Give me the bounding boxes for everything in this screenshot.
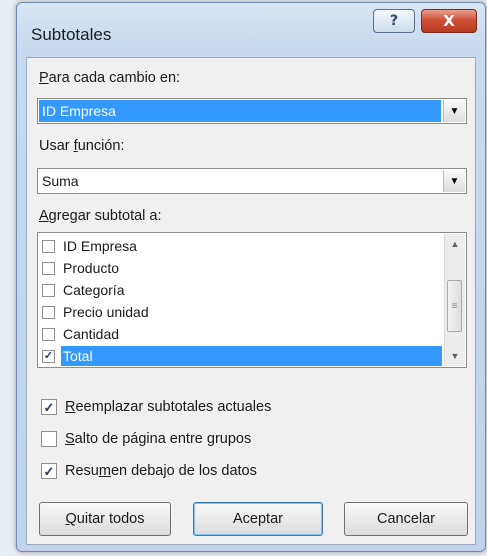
summary-below-label: Resumen debajo de los datos	[65, 463, 257, 479]
list-item[interactable]: Cantidad	[39, 323, 442, 345]
help-icon: ?	[389, 13, 399, 29]
list-item[interactable]: Precio unidad	[39, 301, 442, 323]
list-item[interactable]: ID Empresa	[39, 235, 442, 257]
group-by-label: Para cada cambio en:	[39, 70, 181, 86]
subtotal-columns-list[interactable]: ID Empresa Producto Categoría Precio uni…	[37, 232, 467, 368]
page-break-option[interactable]: Salto de página entre grupos	[41, 428, 251, 450]
checkbox[interactable]	[42, 327, 55, 341]
dialog-title: Subtotales	[31, 25, 112, 44]
summary-below-option[interactable]: ✓ Resumen debajo de los datos	[41, 460, 257, 482]
function-label: Usar función:	[39, 138, 125, 154]
list-item-label: Producto	[63, 260, 120, 276]
add-subtotal-label: Agregar subtotal a:	[39, 208, 162, 224]
cancel-label: Cancelar	[376, 511, 436, 527]
remove-all-button[interactable]: Quitar todos	[39, 502, 171, 536]
subtotales-dialog: Subtotales ? X Para cada cambio en: ID E…	[16, 2, 486, 552]
chevron-down-icon[interactable]: ▼	[443, 170, 465, 192]
page-break-label: Salto de página entre grupos	[65, 431, 252, 447]
accept-label: Aceptar	[233, 511, 283, 527]
list-item[interactable]: Categoría	[39, 279, 442, 301]
checkbox[interactable]	[42, 239, 55, 253]
list-item-label: Total	[61, 346, 442, 366]
list-item[interactable]: Producto	[39, 257, 442, 279]
group-by-value: ID Empresa	[42, 103, 116, 119]
checkbox[interactable]	[42, 305, 55, 319]
page-break-checkbox[interactable]	[41, 431, 57, 447]
group-by-dropdown[interactable]: ID Empresa ▼	[37, 98, 467, 124]
list-item-label: Precio unidad	[63, 304, 149, 320]
replace-subtotals-option[interactable]: ✓ Reemplazar subtotales actuales	[41, 396, 271, 418]
dialog-body: Para cada cambio en: ID Empresa ▼ Usar f…	[26, 57, 476, 545]
replace-subtotals-label: Reemplazar subtotales actuales	[65, 399, 272, 415]
accept-button[interactable]: Aceptar	[193, 502, 323, 536]
function-value: Suma	[42, 173, 79, 189]
close-icon: X	[443, 12, 455, 30]
scrollbar-thumb[interactable]: ≡	[447, 280, 462, 332]
help-button[interactable]: ?	[373, 9, 415, 33]
summary-below-checkbox[interactable]: ✓	[41, 463, 57, 479]
replace-subtotals-checkbox[interactable]: ✓	[41, 399, 57, 415]
list-item-selected[interactable]: ✓ Total	[39, 345, 442, 367]
title-bar[interactable]: Subtotales ? X	[17, 3, 485, 57]
checkbox[interactable]: ✓	[42, 349, 55, 363]
checkbox[interactable]	[42, 261, 55, 275]
cancel-button[interactable]: Cancelar	[344, 502, 468, 536]
scroll-down-arrow-icon[interactable]: ▼	[445, 346, 465, 366]
list-item-label: Cantidad	[63, 326, 120, 342]
chevron-down-icon[interactable]: ▼	[443, 100, 465, 122]
close-button[interactable]: X	[421, 9, 477, 33]
vertical-scrollbar[interactable]: ▲ ≡ ▼	[444, 234, 465, 366]
checkbox[interactable]	[42, 283, 55, 297]
function-dropdown[interactable]: Suma ▼	[37, 168, 467, 194]
scroll-up-arrow-icon[interactable]: ▲	[445, 234, 465, 254]
list-item-label: Categoría	[63, 282, 125, 298]
remove-all-label: Quitar todos	[65, 511, 145, 527]
list-item-label: ID Empresa	[63, 238, 137, 254]
